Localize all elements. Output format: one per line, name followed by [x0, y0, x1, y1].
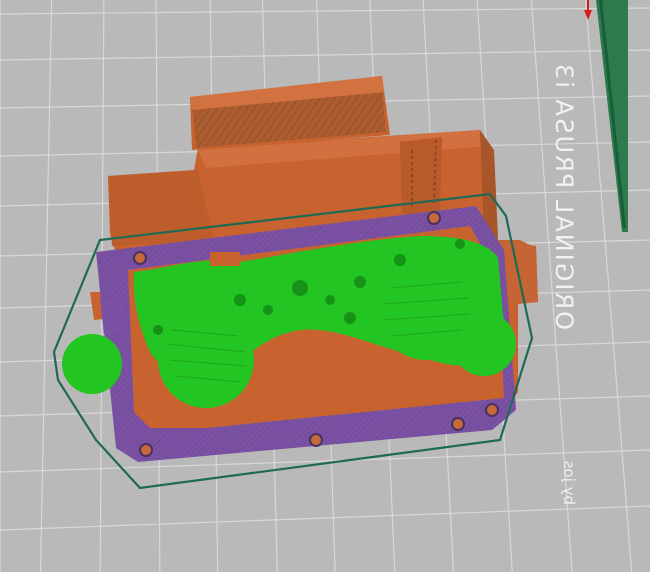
print-bed-scene[interactable] [0, 0, 650, 572]
y-axis-indicator [596, 0, 628, 232]
axis-arrow-icon [584, 0, 592, 20]
bed-sublabel-text: by jos [560, 460, 578, 505]
3d-viewport[interactable]: ORIGINAL PRUSA i3 by jos [0, 0, 650, 572]
